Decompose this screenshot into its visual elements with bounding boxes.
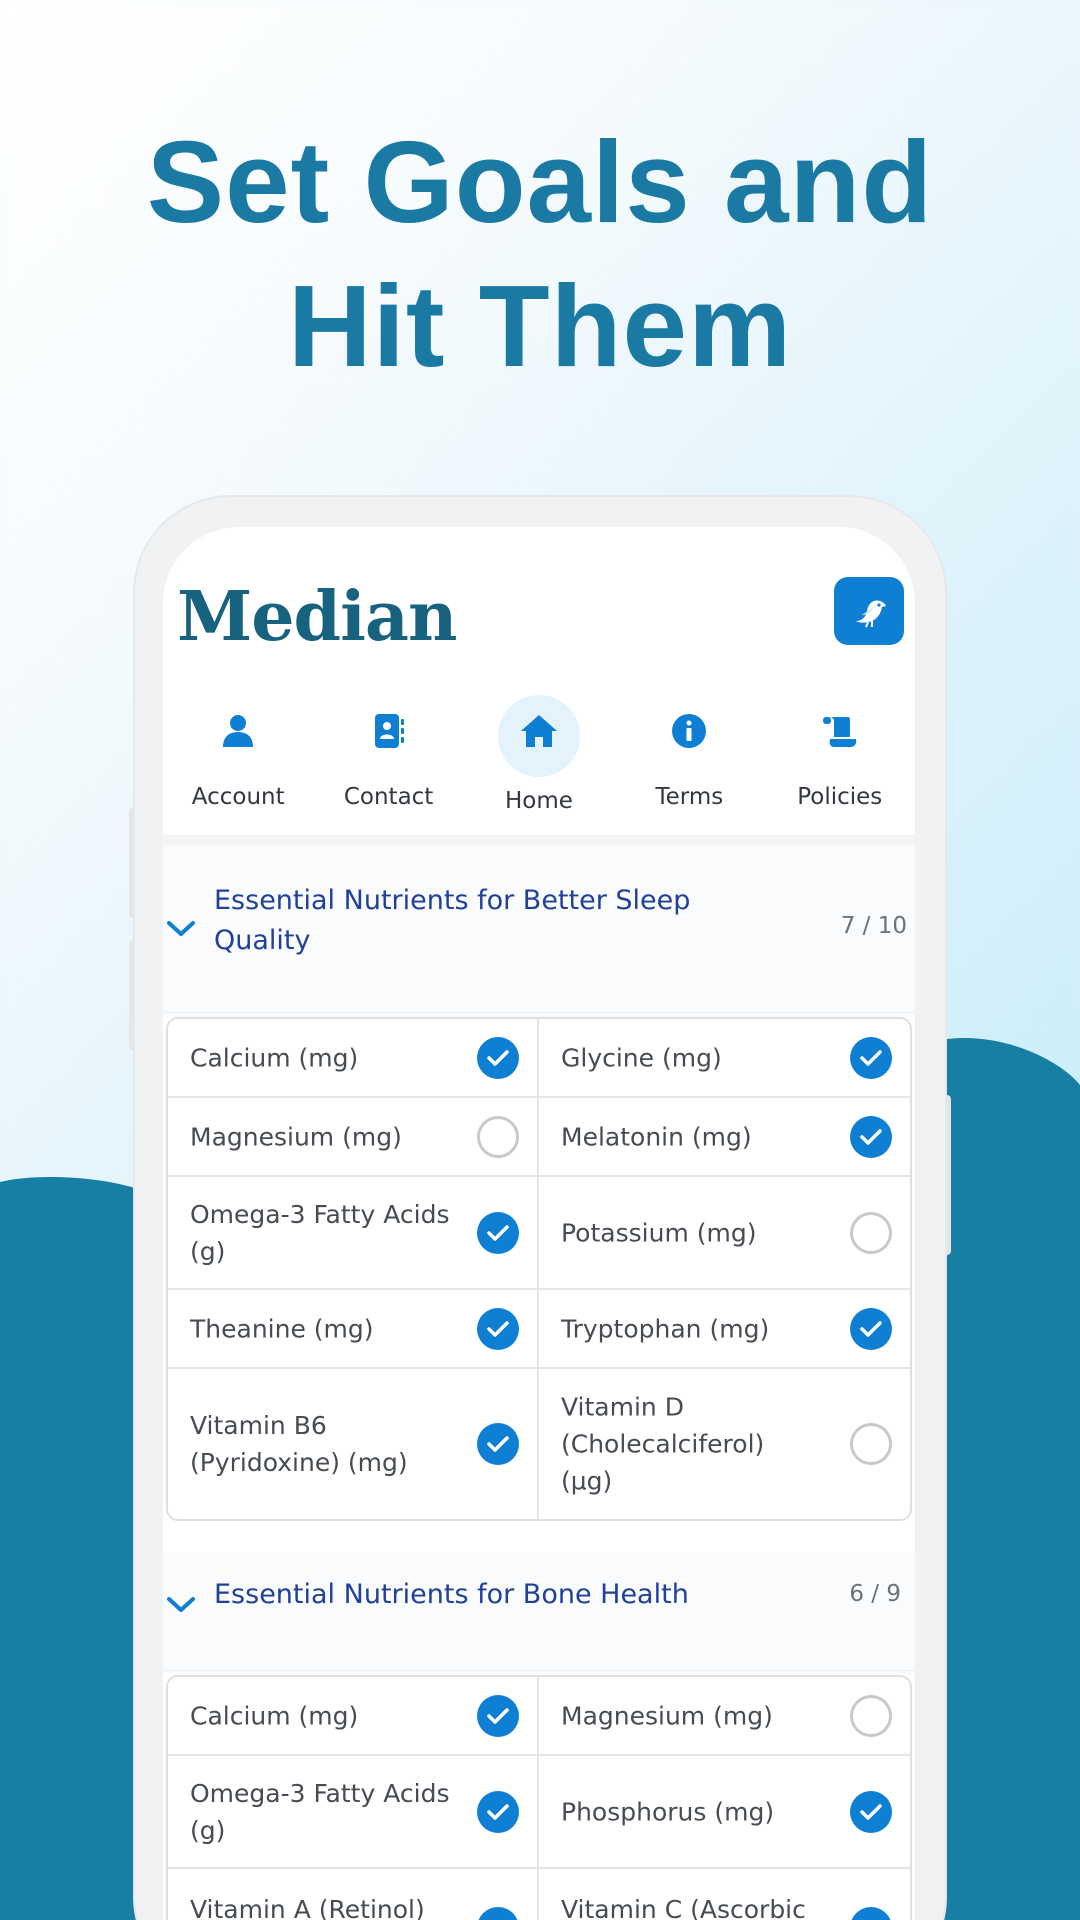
checkmark-icon[interactable]: [477, 1307, 519, 1350]
nutrient-cell[interactable]: Melatonin (mg): [539, 1098, 910, 1175]
nutrient-label: Vitamin C (Ascorbic: [561, 1895, 806, 1920]
nutrient-cell[interactable]: Phosphorus (mg): [539, 1756, 910, 1867]
section-count: 6 / 9: [849, 1581, 901, 1607]
chevron-down-icon: [167, 921, 195, 936]
app-logo: Median: [177, 577, 457, 657]
unchecked-circle-icon[interactable]: [477, 1115, 519, 1158]
headline-line-2: Hit Them: [287, 261, 793, 391]
nav-label: Home: [505, 788, 573, 814]
nutrient-label: Glycine (mg): [561, 1043, 722, 1072]
home-icon: [520, 715, 557, 747]
headline-line-1: Set Goals and: [146, 117, 934, 247]
nutrient-label: Tryptophan (mg): [561, 1314, 770, 1343]
nav-item-home[interactable]: Home: [464, 667, 614, 835]
unchecked-circle-icon[interactable]: [850, 1211, 892, 1254]
nutrient-label: Potassium (mg): [561, 1218, 757, 1247]
nutrient-cell[interactable]: Calcium (mg): [168, 1677, 539, 1754]
nav-label: Contact: [343, 784, 434, 810]
section-header-bone[interactable]: Essential Nutrients for Bone Health 6 / …: [163, 1553, 915, 1671]
bird-button[interactable]: [834, 577, 904, 645]
headline: Set Goals and Hit Them: [0, 110, 1080, 398]
scroll-icon: [822, 717, 856, 747]
nutrient-cell[interactable]: Tryptophan (mg): [539, 1290, 910, 1367]
checkmark-icon[interactable]: [477, 1907, 519, 1920]
checkmark-icon[interactable]: [850, 1115, 892, 1158]
nutrient-cell[interactable]: Magnesium (mg): [168, 1098, 539, 1175]
checkmark-icon[interactable]: [477, 1790, 519, 1833]
app-header: Median: [163, 527, 915, 667]
nutrient-cell[interactable]: Vitamin A (Retinol): [168, 1869, 539, 1920]
nutrient-label: Melatonin (mg): [561, 1122, 752, 1151]
nutrient-label: Vitamin A (Retinol): [190, 1895, 425, 1920]
info-icon: [672, 714, 707, 748]
bird-icon: [856, 600, 886, 628]
unchecked-circle-icon[interactable]: [850, 1694, 892, 1737]
nutrient-cell[interactable]: Theanine (mg): [168, 1290, 539, 1367]
section-title: Essential Nutrients for Better Sleep Qua…: [214, 885, 691, 956]
table-row: Calcium (mg) Glycine (mg): [168, 1019, 910, 1098]
nutrient-label: Phosphorus (mg): [561, 1797, 775, 1826]
nav-label: Account: [191, 784, 285, 810]
nav-item-contact[interactable]: Contact: [313, 667, 463, 835]
table-row: Magnesium (mg) Melatonin (mg): [168, 1098, 910, 1177]
nutrient-label: Calcium (mg): [190, 1043, 359, 1072]
nutrient-cell[interactable]: Glycine (mg): [539, 1019, 910, 1096]
unchecked-circle-icon[interactable]: [850, 1423, 892, 1465]
chevron-down-icon: [167, 1597, 195, 1612]
nav-item-terms[interactable]: Terms: [614, 667, 764, 835]
nav-item-policies[interactable]: Policies: [765, 667, 915, 835]
nutrient-cell[interactable]: Magnesium (mg): [539, 1677, 910, 1754]
nav-item-account[interactable]: Account: [163, 667, 313, 835]
phone-screen: Median Account Contact Home Terms Polici…: [163, 527, 915, 1920]
checkmark-icon[interactable]: [850, 1907, 892, 1920]
nav-label: Policies: [797, 784, 883, 810]
table-row: Calcium (mg) Magnesium (mg): [168, 1677, 910, 1756]
nutrient-label: Vitamin D (Cholecalciferol) (µg): [561, 1392, 765, 1496]
table-row: Vitamin A (Retinol) Vitamin C (Ascorbic: [168, 1869, 910, 1920]
nutrient-cell[interactable]: Potassium (mg): [539, 1177, 910, 1288]
nutrient-label: Vitamin B6 (Pyridoxine) (mg): [190, 1411, 408, 1477]
checkmark-icon[interactable]: [477, 1694, 519, 1737]
contact-book-icon: [374, 714, 404, 748]
nutrient-label: Omega-3 Fatty Acids (g): [190, 1199, 450, 1266]
nutrient-label: Theanine (mg): [190, 1314, 374, 1343]
nutrient-cell[interactable]: Vitamin C (Ascorbic: [539, 1869, 910, 1920]
table-row: Omega-3 Fatty Acids (g) Phosphorus (mg): [168, 1756, 910, 1869]
nutrient-grid-sleep: Calcium (mg) Glycine (mg) Magnesium (mg)…: [166, 1017, 912, 1521]
nutrient-label: Calcium (mg): [190, 1701, 359, 1730]
table-row: Omega-3 Fatty Acids (g) Potassium (mg): [168, 1177, 910, 1290]
nutrient-cell[interactable]: Calcium (mg): [168, 1019, 539, 1096]
nav-divider: [163, 835, 915, 845]
person-icon: [223, 715, 254, 747]
nutrient-cell[interactable]: Omega-3 Fatty Acids (g): [168, 1756, 539, 1867]
section-count: 7 / 10: [840, 913, 907, 939]
section-header-sleep[interactable]: Essential Nutrients for Better Sleep Qua…: [163, 845, 915, 1013]
table-row: Theanine (mg) Tryptophan (mg): [168, 1290, 910, 1369]
checkmark-icon[interactable]: [477, 1423, 519, 1465]
checkmark-icon[interactable]: [477, 1036, 519, 1079]
checkmark-icon[interactable]: [850, 1036, 892, 1079]
top-navigation: Account Contact Home Terms Policies: [163, 667, 915, 835]
nutrient-label: Magnesium (mg): [561, 1701, 773, 1730]
nav-label: Terms: [655, 784, 724, 810]
nutrient-cell[interactable]: Vitamin D (Cholecalciferol) (µg): [539, 1369, 910, 1519]
checkmark-icon[interactable]: [477, 1211, 519, 1254]
table-row: Vitamin B6 (Pyridoxine) (mg) Vitamin D (…: [168, 1369, 910, 1519]
nutrient-label: Magnesium (mg): [190, 1122, 402, 1151]
checkmark-icon[interactable]: [850, 1307, 892, 1350]
section-title: Essential Nutrients for Bone Health: [214, 1579, 689, 1610]
nutrient-label: Omega-3 Fatty Acids (g): [190, 1778, 450, 1845]
checkmark-icon[interactable]: [850, 1790, 892, 1833]
nutrient-cell[interactable]: Vitamin B6 (Pyridoxine) (mg): [168, 1369, 539, 1519]
nutrient-grid-bone: Calcium (mg) Magnesium (mg) Omega-3 Fatt…: [166, 1675, 912, 1920]
nutrient-cell[interactable]: Omega-3 Fatty Acids (g): [168, 1177, 539, 1288]
